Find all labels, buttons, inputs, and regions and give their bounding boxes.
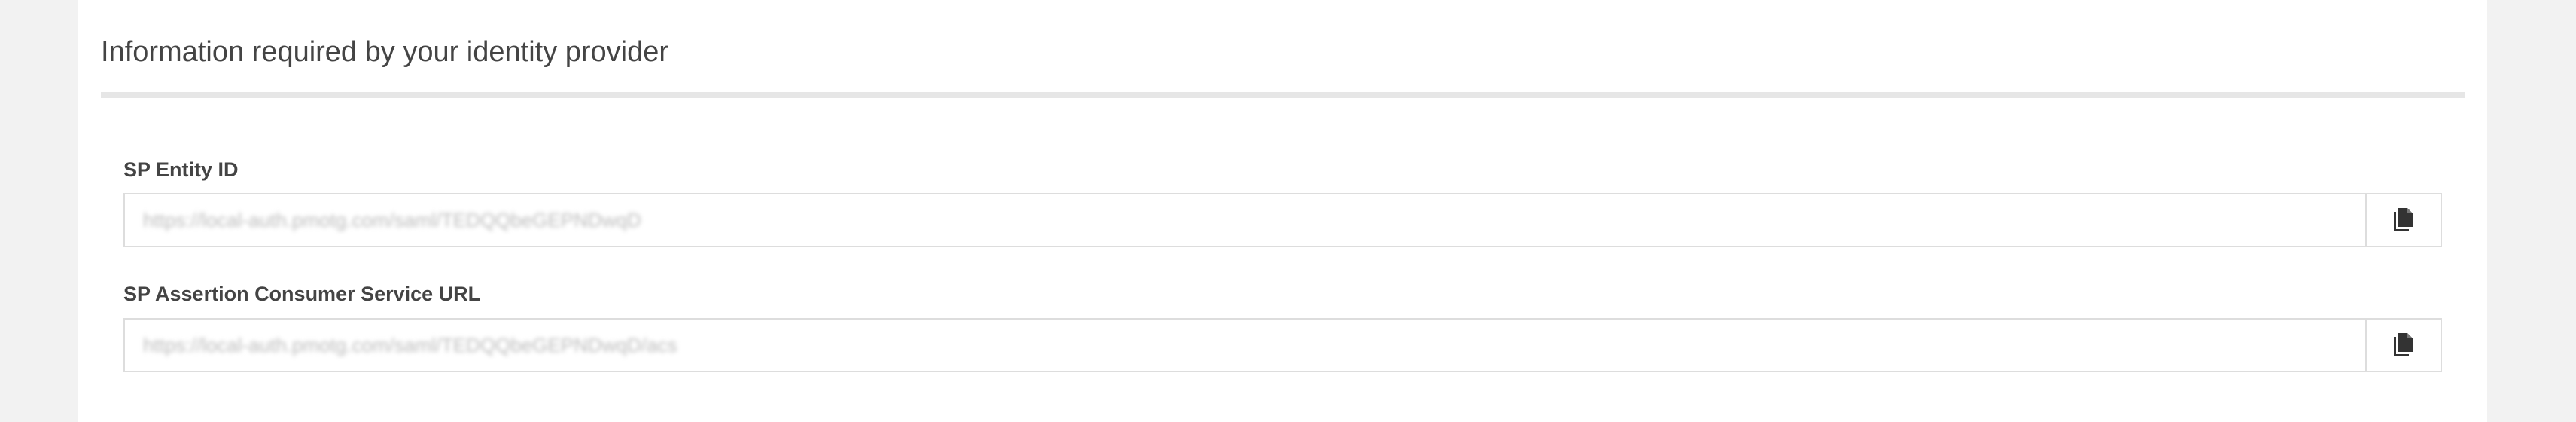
copy-acs-url-button[interactable] (2365, 320, 2441, 371)
section-title: Information required by your identity pr… (101, 36, 669, 68)
sp-entity-id-label: SP Entity ID (123, 158, 239, 181)
sp-acs-url-input[interactable] (125, 320, 2365, 371)
sp-acs-url-field-group (123, 318, 2442, 372)
copy-entity-id-button[interactable] (2365, 194, 2441, 246)
copy-icon (2394, 333, 2413, 356)
sp-entity-id-field-group (123, 193, 2442, 247)
sp-acs-url-label: SP Assertion Consumer Service URL (123, 283, 481, 305)
sp-entity-id-input[interactable] (125, 194, 2365, 246)
copy-icon (2394, 208, 2413, 231)
identity-provider-panel: Information required by your identity pr… (78, 0, 2487, 422)
section-divider (101, 92, 2465, 98)
